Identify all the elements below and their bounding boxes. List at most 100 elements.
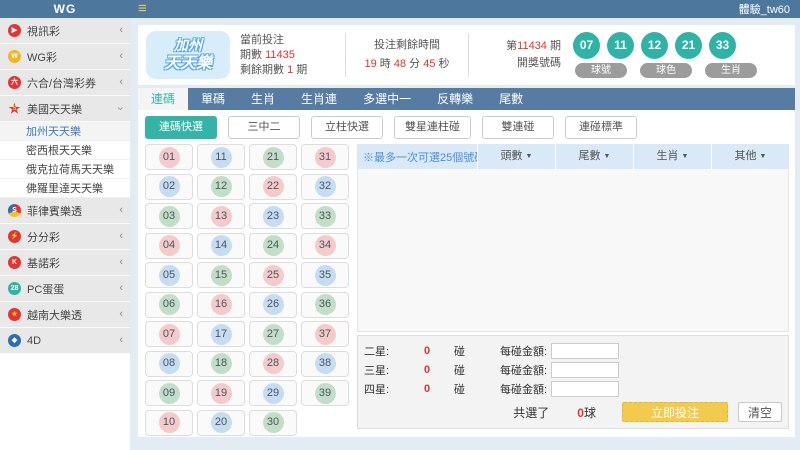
- sidebar-item[interactable]: 六六合/台灣彩券 ‹: [0, 70, 130, 96]
- number-cell[interactable]: 20: [197, 409, 245, 436]
- number-cell[interactable]: 38: [301, 350, 349, 377]
- total-selected-count: 0球: [577, 405, 596, 420]
- sidebar-item[interactable]: ★ 越南大樂透 ‹: [0, 302, 130, 328]
- number-cell[interactable]: 36: [301, 291, 349, 318]
- sidebar-subitem[interactable]: 加州天天樂: [0, 122, 130, 141]
- number-cell[interactable]: 06: [145, 291, 193, 318]
- number-cell[interactable]: 37: [301, 321, 349, 347]
- number-ball: 35: [314, 264, 336, 286]
- filter-dropdown[interactable]: 其他 ▼: [711, 144, 789, 169]
- number-cell[interactable]: 24: [249, 232, 297, 259]
- filter-dropdown[interactable]: 尾數 ▼: [555, 144, 633, 169]
- mode-button[interactable]: 三中二: [228, 116, 300, 139]
- filter-dropdown[interactable]: 生肖 ▼: [633, 144, 711, 169]
- ball-view-toggle-button[interactable]: 球色: [640, 63, 692, 78]
- number-ball: 30: [262, 412, 284, 433]
- mode-button[interactable]: 立柱快選: [311, 116, 383, 139]
- bet-type-tab[interactable]: 多選中一: [350, 88, 424, 110]
- sidebar-item[interactable]: ★ 5 美國天天樂 ‹: [0, 96, 130, 122]
- number-cell[interactable]: 10: [145, 409, 193, 436]
- bet-type-tab[interactable]: 生肖連: [288, 88, 350, 110]
- number-cell[interactable]: 33: [301, 203, 349, 229]
- number-cell[interactable]: 18: [197, 350, 245, 377]
- number-cell[interactable]: 23: [249, 203, 297, 229]
- bet-type-tab[interactable]: 單碼: [188, 88, 238, 110]
- number-cell[interactable]: 03: [145, 203, 193, 229]
- number-cell[interactable]: 04: [145, 232, 193, 259]
- bet-type-tab[interactable]: 連碼: [138, 88, 189, 110]
- number-cell[interactable]: 31: [301, 144, 349, 170]
- number-cell[interactable]: 16: [197, 291, 245, 318]
- number-cell[interactable]: 34: [301, 232, 349, 259]
- number-cell[interactable]: 08: [145, 350, 193, 377]
- number-cell[interactable]: 29: [249, 380, 297, 406]
- number-grid-column: 11 12 13 14 15 16 17 18 19 20: [197, 144, 245, 436]
- bet-type-tab[interactable]: 反轉樂: [424, 88, 486, 110]
- number-cell[interactable]: 07: [145, 321, 193, 347]
- sidebar-item-label: 六合/台灣彩券: [27, 77, 97, 90]
- sidebar-item[interactable]: ◆ 4D ‹: [0, 328, 130, 354]
- number-cell[interactable]: 27: [249, 321, 297, 347]
- number-cell[interactable]: 01: [145, 144, 193, 170]
- sidebar-item[interactable]: 28 PC蛋蛋 ‹: [0, 276, 130, 302]
- number-ball: 28: [262, 353, 284, 374]
- number-cell[interactable]: 22: [249, 173, 297, 200]
- sidebar-item-label: 美國天天樂: [27, 103, 82, 116]
- bet-body: 01 02 03 04 05 06 07 08 09 10 11 12 13 14 15 16 17 18 19 20…: [145, 144, 789, 436]
- number-cell[interactable]: 21: [249, 144, 297, 170]
- sidebar-subitem[interactable]: 密西根天天樂: [0, 141, 130, 160]
- period-number: 11435: [265, 48, 295, 61]
- ball-view-toggle-button[interactable]: 生肖: [705, 63, 757, 78]
- per-combo-amount-input[interactable]: [551, 380, 620, 397]
- username[interactable]: 體驗_tw60: [739, 1, 790, 17]
- filter-dropdown-label: 其他: [734, 150, 757, 162]
- bet-type-tab[interactable]: 生肖: [238, 88, 288, 110]
- number-ball: 15: [210, 264, 232, 286]
- number-cell[interactable]: 14: [197, 232, 245, 259]
- per-combo-amount-input[interactable]: [551, 342, 620, 359]
- sidebar-item[interactable]: W WG彩 ‹: [0, 44, 130, 70]
- sidebar-item-label: 4D: [27, 334, 42, 347]
- mode-button[interactable]: 連碰標準: [565, 116, 637, 139]
- sidebar-subitem[interactable]: 俄克拉荷馬天天樂: [0, 160, 130, 179]
- sidebar-item-label: 越南大樂透: [27, 309, 82, 322]
- filter-dropdown[interactable]: 頭數 ▼: [477, 144, 555, 169]
- fenfen-lottery-icon: ⚡: [8, 230, 21, 243]
- mode-button[interactable]: 連碼快選: [145, 116, 217, 139]
- number-cell[interactable]: 26: [249, 291, 297, 318]
- number-cell[interactable]: 30: [249, 409, 297, 436]
- place-bet-button[interactable]: 立即投注: [622, 402, 728, 422]
- number-ball: 03: [158, 205, 180, 227]
- mode-button[interactable]: 雙連碰: [482, 116, 554, 139]
- ball-view-toggle-button[interactable]: 球號: [575, 63, 627, 78]
- number-cell[interactable]: 19: [197, 380, 245, 406]
- sidebar-item[interactable]: S 菲律賓樂透 ‹: [0, 198, 130, 224]
- current-bet-label: 當前投注: [240, 33, 284, 46]
- sidebar-item[interactable]: ⚡ 分分彩 ‹: [0, 224, 130, 250]
- number-cell[interactable]: 05: [145, 262, 193, 288]
- selected-numbers-area: [357, 169, 789, 332]
- sidebar-subitem[interactable]: 佛羅里達天天樂: [0, 179, 130, 198]
- number-cell[interactable]: 28: [249, 350, 297, 377]
- number-cell[interactable]: 17: [197, 321, 245, 347]
- sidebar-item[interactable]: ▶ 視訊彩 ‹: [0, 18, 130, 44]
- number-cell[interactable]: 02: [145, 173, 193, 200]
- bet-type-tab[interactable]: 尾數: [486, 88, 536, 110]
- number-cell[interactable]: 25: [249, 262, 297, 288]
- sidebar-item[interactable]: K 基諾彩 ‹: [0, 250, 130, 276]
- mode-button[interactable]: 雙星連柱碰: [394, 116, 471, 139]
- per-combo-amount-input[interactable]: [551, 361, 620, 378]
- hamburger-menu-icon[interactable]: ≡: [138, 1, 147, 17]
- clear-button[interactable]: 清空: [738, 402, 782, 422]
- number-cell[interactable]: 32: [301, 173, 349, 200]
- number-cell[interactable]: 15: [197, 262, 245, 288]
- number-cell[interactable]: 09: [145, 380, 193, 406]
- keno-lottery-icon: K: [8, 256, 21, 269]
- mode-button-row: 連碼快選 三中二 立柱快選 雙星連柱碰 雙連碰 連碰標準: [145, 116, 789, 139]
- number-cell[interactable]: 11: [197, 144, 245, 170]
- number-cell[interactable]: 12: [197, 173, 245, 200]
- number-cell[interactable]: 13: [197, 203, 245, 229]
- sidebar: ▶ 視訊彩 ‹ W WG彩 ‹ 六六合/台灣彩券 ‹ ★ 5 美國天天樂 ‹ 加州天天樂 密西根天天樂 俄克…: [0, 18, 130, 450]
- number-cell[interactable]: 35: [301, 262, 349, 288]
- number-cell[interactable]: 39: [301, 380, 349, 406]
